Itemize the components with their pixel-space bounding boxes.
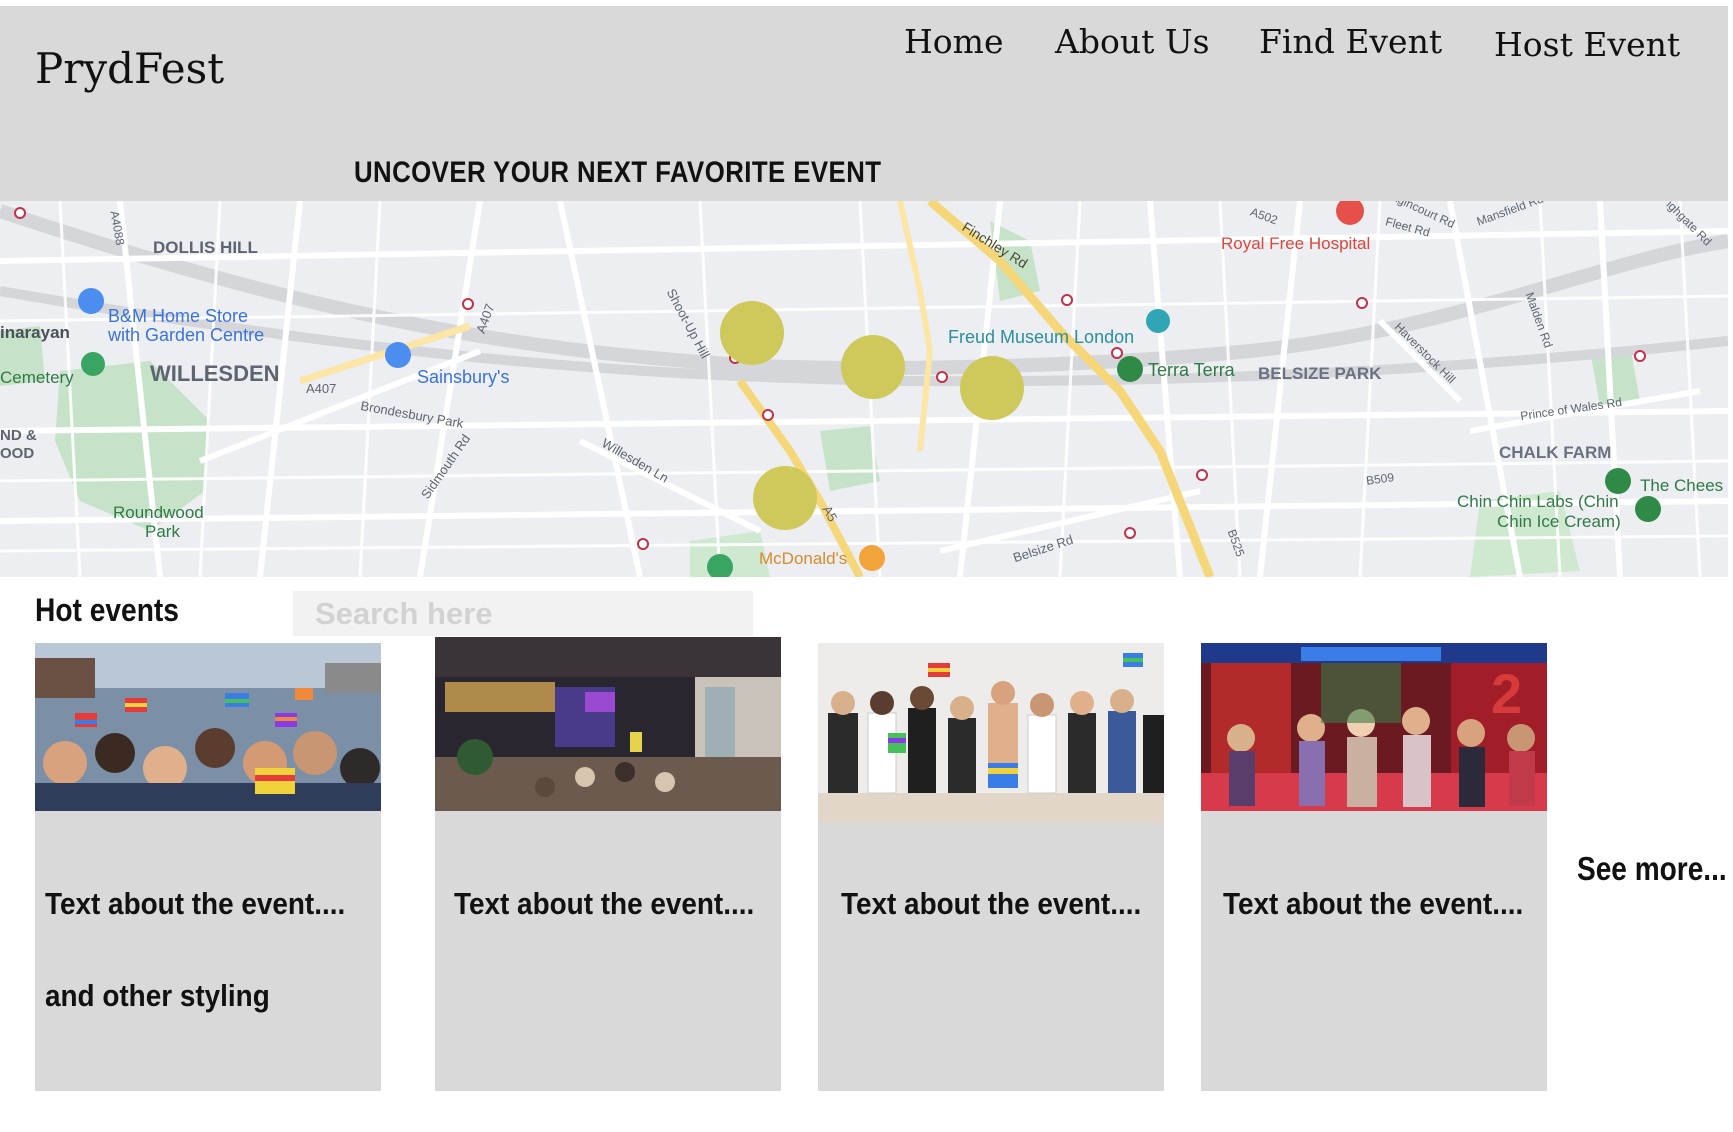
event-marker[interactable] — [841, 335, 905, 399]
event-markers — [720, 301, 1024, 530]
event-image — [35, 643, 381, 811]
nav-find-event[interactable]: Find Event — [1259, 22, 1442, 61]
event-image — [818, 643, 1164, 823]
event-card[interactable]: 2 Text about the event.... — [1201, 643, 1547, 1091]
hot-events-title: Hot events — [35, 592, 179, 628]
event-card[interactable]: Text about the event.... and other styli… — [35, 643, 381, 1091]
event-card[interactable]: Text about the event.... — [435, 637, 781, 1091]
event-image — [435, 637, 781, 811]
event-marker[interactable] — [960, 356, 1024, 420]
event-image: 2 — [1201, 643, 1547, 811]
event-map[interactable]: DOLLIS HILL B&M Home Store with Garden C… — [0, 201, 1728, 577]
event-card-text: Text about the event.... — [454, 886, 755, 921]
event-marker[interactable] — [720, 301, 784, 365]
see-more-link[interactable]: See more... — [1577, 850, 1727, 888]
header: PrydFest Home About Us Find Event Host E… — [0, 6, 1728, 201]
event-card-subtext: and other styling — [45, 978, 270, 1013]
nav-host-event[interactable]: Host Event — [1494, 25, 1680, 64]
nav-home[interactable]: Home — [904, 22, 1003, 61]
event-card-text: Text about the event.... — [45, 886, 346, 921]
logo[interactable]: PrydFest — [35, 44, 224, 93]
search-input[interactable] — [293, 591, 753, 636]
nav-about-us[interactable]: About Us — [1055, 22, 1210, 61]
tagline: UNCOVER YOUR NEXT FAVORITE EVENT — [354, 156, 882, 189]
svg-text:2: 2 — [1491, 662, 1522, 725]
event-card[interactable]: Text about the event.... — [818, 643, 1164, 1091]
event-marker[interactable] — [753, 466, 817, 530]
event-card-text: Text about the event.... — [841, 886, 1142, 921]
event-card-text: Text about the event.... — [1223, 886, 1524, 921]
